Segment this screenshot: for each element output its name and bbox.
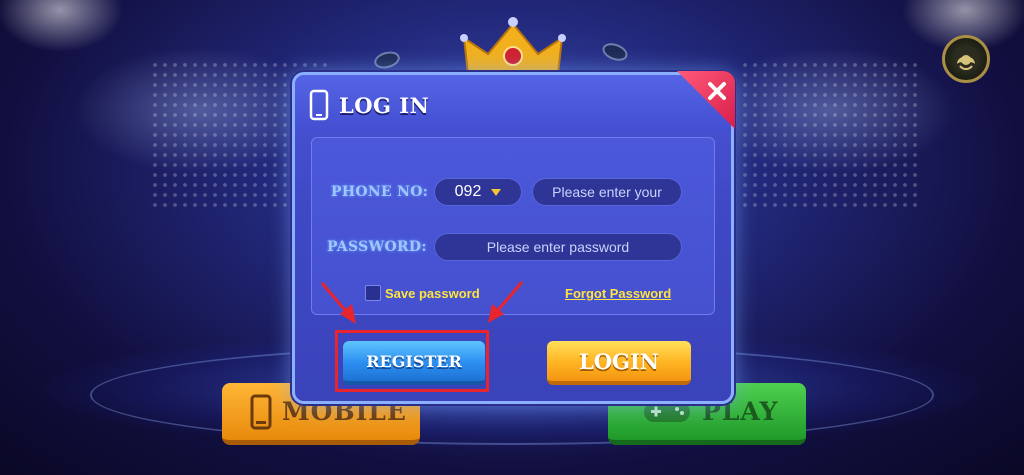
caret-down-icon xyxy=(491,188,502,196)
register-highlight-box xyxy=(335,330,489,392)
phone-label: PHONE NO: xyxy=(331,184,429,200)
save-password-checkbox[interactable] xyxy=(365,285,381,301)
password-input[interactable]: Please enter password xyxy=(434,233,682,261)
phone-input-placeholder: Please enter your xyxy=(552,184,662,200)
forgot-password-link[interactable]: Forgot Password xyxy=(565,286,671,301)
avatar-icon xyxy=(953,46,979,72)
password-input-placeholder: Please enter password xyxy=(486,239,630,255)
chip-decoration-left xyxy=(372,48,402,72)
login-button[interactable]: LOGIN xyxy=(547,341,691,385)
country-code-select[interactable]: 092 xyxy=(434,178,522,206)
dialog-title: LOG IN xyxy=(339,92,430,118)
login-button-label: LOGIN xyxy=(578,348,659,374)
dialog-title-group: LOG IN xyxy=(309,89,429,121)
phone-input[interactable]: Please enter your xyxy=(532,178,682,206)
mobile-icon xyxy=(250,394,272,429)
country-code-value: 092 xyxy=(454,183,482,200)
password-label: PASSWORD: xyxy=(327,239,427,255)
save-password-label[interactable]: Save password xyxy=(385,286,480,301)
chip-decoration-right xyxy=(600,40,630,64)
background-dots-right xyxy=(740,60,920,210)
phone-icon xyxy=(309,89,329,121)
avatar-button[interactable] xyxy=(942,35,990,83)
dialog-header: LOG IN xyxy=(295,75,731,133)
